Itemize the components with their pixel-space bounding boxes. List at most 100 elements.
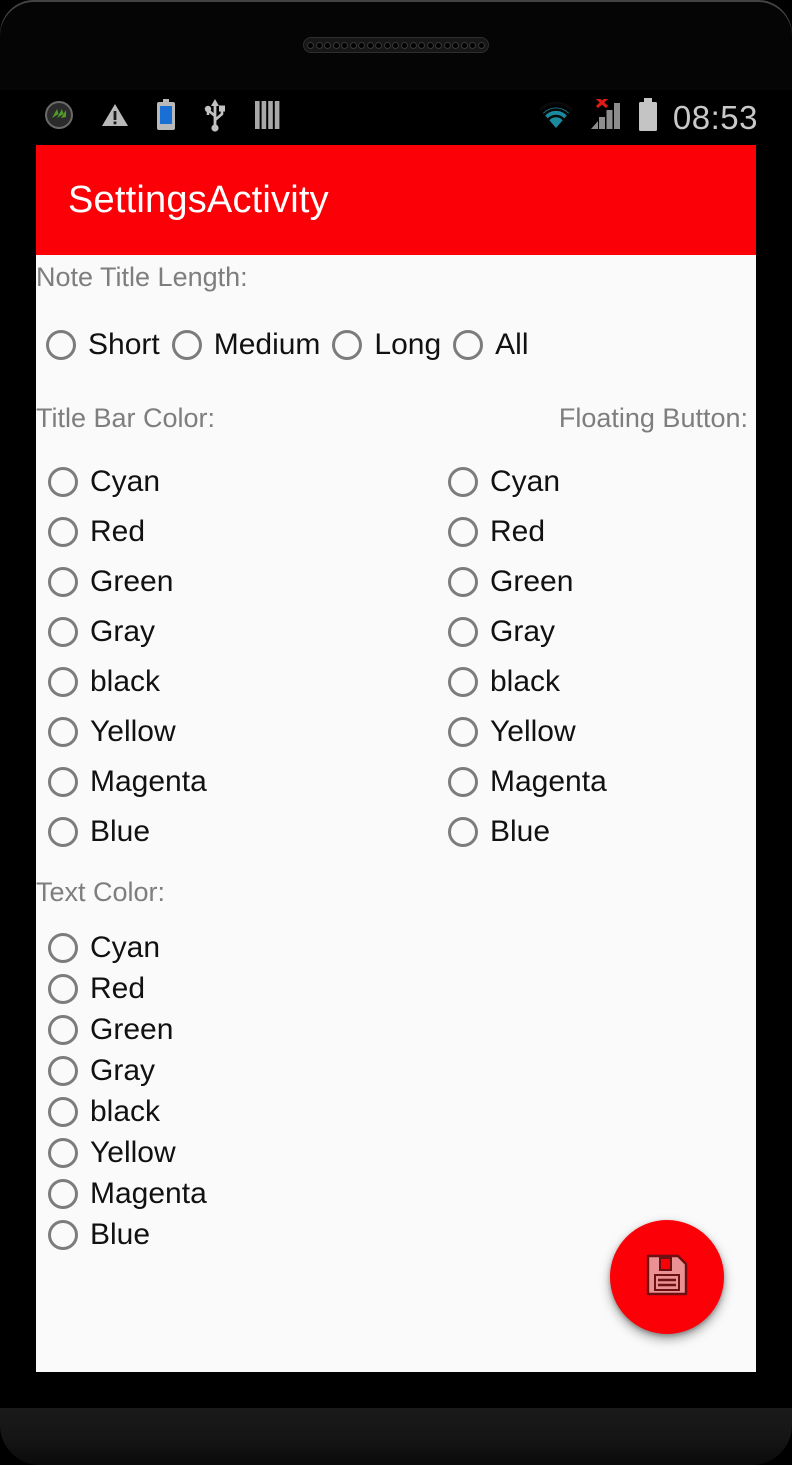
radio-circle-icon[interactable] [448, 467, 478, 497]
radio-label: Green [490, 565, 574, 598]
speaker-hole [477, 41, 485, 49]
speaker-hole [401, 41, 409, 49]
radio-circle-icon[interactable] [48, 767, 78, 797]
warning-triangle-icon [100, 100, 130, 135]
radio-circle-icon[interactable] [448, 667, 478, 697]
radio-option-short[interactable]: Short [46, 330, 160, 360]
speaker-hole [375, 41, 383, 49]
radio-option-fab-red[interactable]: Red [448, 507, 607, 557]
radio-option-fab-magenta[interactable]: Magenta [448, 757, 607, 807]
radio-circle-icon[interactable] [48, 1014, 78, 1045]
cell-signal-no-service-icon [589, 96, 623, 136]
radio-option-titlebar-yellow[interactable]: Yellow [48, 707, 207, 757]
settings-content: Note Title Length: Short Medium Long All… [36, 255, 756, 1372]
radio-option-titlebar-magenta[interactable]: Magenta [48, 757, 207, 807]
radio-circle-icon[interactable] [48, 717, 78, 747]
save-floating-action-button[interactable] [610, 1220, 724, 1334]
radio-circle-icon[interactable] [48, 1055, 78, 1086]
radio-circle-icon[interactable] [171, 330, 202, 360]
radio-label: Magenta [490, 765, 607, 798]
radio-option-text-green[interactable]: Green [48, 1009, 207, 1050]
radio-circle-icon[interactable] [48, 817, 78, 847]
radio-circle-icon[interactable] [48, 617, 78, 647]
speaker-hole [349, 41, 357, 49]
radio-option-titlebar-gray[interactable]: Gray [48, 607, 207, 657]
speaker-hole [392, 41, 400, 49]
radio-label: black [90, 665, 161, 698]
title-bar-color-radio-group[interactable]: Cyan Red Green Gray black Yellow Magenta… [48, 457, 207, 857]
radio-option-fab-yellow[interactable]: Yellow [448, 707, 607, 757]
speaker-hole [332, 41, 340, 49]
radio-circle-icon[interactable] [48, 973, 78, 1004]
app-notification-icon [44, 100, 74, 135]
speaker-hole [426, 41, 434, 49]
speaker-hole [469, 41, 477, 49]
speaker-hole [358, 41, 366, 49]
radio-option-medium[interactable]: Medium [171, 328, 321, 361]
radio-option-titlebar-green[interactable]: Green [48, 557, 207, 607]
radio-circle-icon[interactable] [48, 1219, 78, 1250]
status-bar-clock: 08:53 [672, 98, 758, 136]
floating-button-label: Floating Button: [558, 403, 748, 433]
radio-label: Green [90, 1012, 174, 1046]
radio-circle-icon[interactable] [448, 717, 478, 747]
radio-option-titlebar-black[interactable]: black [48, 657, 207, 707]
radio-option-text-black[interactable]: black [48, 1091, 207, 1132]
radio-circle-icon[interactable] [48, 1178, 78, 1209]
radio-option-text-yellow[interactable]: Yellow [48, 1132, 207, 1173]
usb-icon [202, 98, 228, 137]
radio-circle-icon[interactable] [453, 330, 484, 360]
radio-circle-icon[interactable] [46, 330, 76, 360]
radio-option-text-gray[interactable]: Gray [48, 1050, 207, 1091]
radio-circle-icon[interactable] [448, 767, 478, 797]
radio-circle-icon[interactable] [448, 517, 478, 547]
radio-circle-icon[interactable] [48, 467, 78, 497]
radio-option-fab-black[interactable]: black [448, 657, 607, 707]
radio-circle-icon[interactable] [448, 817, 478, 847]
speaker-hole [460, 41, 468, 49]
radio-label: Gray [90, 615, 156, 648]
radio-label: Blue [90, 1217, 151, 1251]
radio-label: Yellow [90, 1135, 176, 1169]
note-title-length-radio-group[interactable]: Short Medium Long All [46, 330, 541, 360]
speaker-hole [383, 41, 391, 49]
radio-circle-icon[interactable] [448, 567, 478, 597]
radio-option-all[interactable]: All [453, 330, 529, 360]
radio-option-titlebar-red[interactable]: Red [48, 507, 207, 557]
radio-label: Short [88, 328, 160, 361]
radio-circle-icon[interactable] [48, 567, 78, 597]
speaker-hole [366, 41, 374, 49]
save-floppy-disk-icon [644, 1252, 690, 1303]
radio-label: Red [90, 515, 146, 548]
earpiece-speaker-grille [303, 37, 489, 53]
radio-label: Cyan [90, 930, 161, 964]
sim-bars-icon [254, 101, 280, 134]
radio-label: Cyan [90, 465, 161, 498]
status-bar-left-icons [44, 98, 280, 137]
radio-option-titlebar-cyan[interactable]: Cyan [48, 457, 207, 507]
radio-option-fab-gray[interactable]: Gray [448, 607, 607, 657]
radio-option-fab-blue[interactable]: Blue [448, 807, 607, 857]
radio-option-fab-green[interactable]: Green [448, 557, 607, 607]
radio-option-text-cyan[interactable]: Cyan [48, 927, 207, 968]
radio-circle-icon[interactable] [448, 617, 478, 647]
speaker-hole [341, 41, 349, 49]
radio-option-titlebar-blue[interactable]: Blue [48, 807, 207, 857]
text-color-radio-group[interactable]: Cyan Red Green Gray black Yellow Magenta… [48, 927, 207, 1255]
radio-label: Medium [213, 328, 321, 361]
radio-option-fab-cyan[interactable]: Cyan [448, 457, 607, 507]
radio-circle-icon[interactable] [48, 517, 78, 547]
battery-notification-icon [156, 99, 176, 136]
radio-option-text-magenta[interactable]: Magenta [48, 1173, 207, 1214]
floating-button-radio-group[interactable]: Cyan Red Green Gray black Yellow Magenta… [448, 457, 607, 857]
speaker-hole [443, 41, 451, 49]
radio-circle-icon[interactable] [48, 1096, 78, 1127]
radio-circle-icon[interactable] [332, 330, 363, 360]
radio-circle-icon[interactable] [48, 932, 78, 963]
radio-option-long[interactable]: Long [332, 330, 441, 360]
radio-option-text-red[interactable]: Red [48, 968, 207, 1009]
radio-label: Blue [90, 815, 151, 848]
radio-circle-icon[interactable] [48, 1137, 78, 1168]
radio-option-text-blue[interactable]: Blue [48, 1214, 207, 1255]
radio-circle-icon[interactable] [48, 667, 78, 697]
